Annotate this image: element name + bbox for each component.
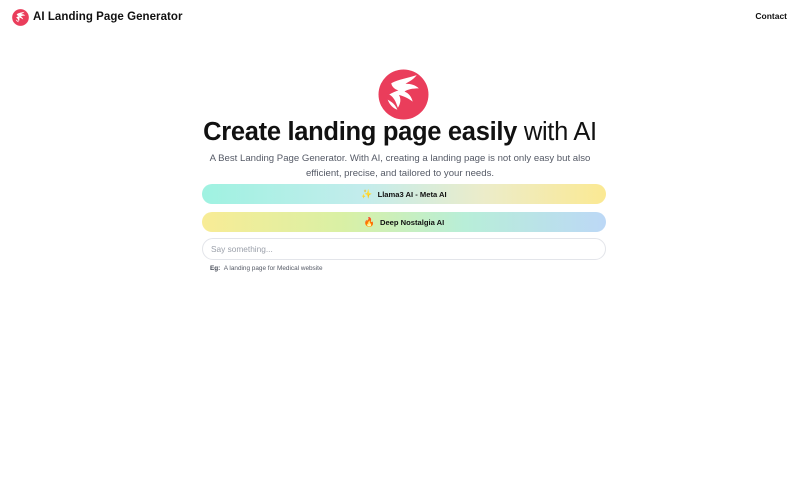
top-header: AI Landing Page Generator Contact <box>0 0 800 34</box>
title-light: with AI <box>523 118 597 146</box>
example-suggestion[interactable]: A landing page for Medical website <box>224 265 323 272</box>
phoenix-logo-icon <box>378 69 429 120</box>
model-label: Deep Nostalgia AI <box>379 217 445 227</box>
title-strong: Create landing page easily <box>203 118 518 146</box>
page-title: Create landing page easily with AI <box>0 116 800 148</box>
contact-link[interactable]: Contact <box>755 11 787 21</box>
fire-icon: 🔥 <box>363 217 375 227</box>
brand-home-link[interactable]: AI Landing Page Generator <box>12 8 183 26</box>
prompt-example: Eg: A landing page for Medical website <box>210 265 323 272</box>
sparkles-icon: ✨ <box>361 189 373 199</box>
example-label: Eg: <box>210 265 221 272</box>
phoenix-logo-icon <box>12 8 29 26</box>
model-llama3-button[interactable]: ✨ Llama3 AI - Meta AI <box>202 184 606 204</box>
brand-name: AI Landing Page Generator <box>33 11 183 23</box>
model-label: Llama3 AI - Meta AI <box>377 189 447 199</box>
prompt-input[interactable] <box>202 238 606 260</box>
model-deep-nostalgia-button[interactable]: 🔥 Deep Nostalgia AI <box>202 212 606 232</box>
page: AI Landing Page Generator Contact Create… <box>0 0 800 496</box>
page-subtitle: A Best Landing Page Generator. With AI, … <box>209 153 591 179</box>
